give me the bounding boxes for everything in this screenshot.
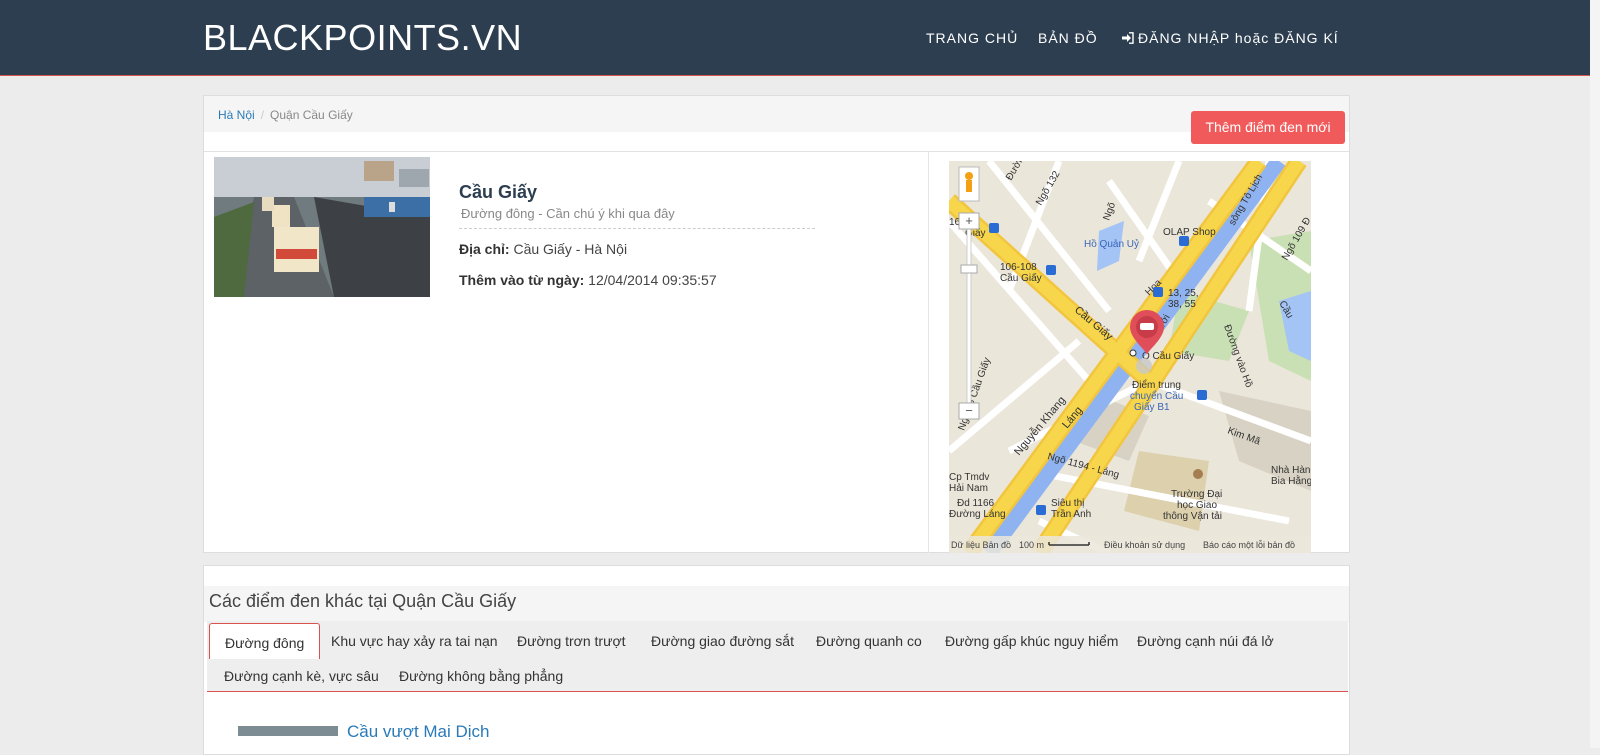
map-report-link[interactable]: Báo cáo một lỗi bản đồ [1203,540,1295,550]
map-label-9: chuyển Cầu [1130,390,1183,402]
nav-home-link[interactable]: TRANG CHỦ [926,28,1018,48]
map-label-5: 13, 25, [1168,288,1199,299]
vertical-divider [928,152,929,553]
address-value: Cầu Giấy - Hà Nội [513,241,628,257]
map-label-12: Nhà Hàng [1271,465,1311,476]
blackpoint-photo [214,157,430,297]
blackpoint-subtitle: Đường đông - Cần chú ý khi qua đây [459,206,815,229]
other-blackpoints-panel: Các điểm đen khác tại Quận Cầu Giấy Đườn… [203,565,1350,755]
bus-stop-icon [1046,265,1056,275]
map-label-20: Hải Nam [949,483,988,494]
nav-login-label: ĐĂNG NHẬP hoặc ĐĂNG KÍ [1138,30,1339,46]
blackpoint-info: Cầu Giấy Đường đông - Cần chú ý khi qua … [459,180,819,288]
map-label-3: 106-108 [1000,262,1037,273]
zoom-slider-handle[interactable] [960,264,978,274]
shop-icon [1179,236,1189,246]
tab-duong-quanh-co[interactable]: Đường quanh co [816,631,922,651]
tab-khu-vuc-tai-nan[interactable]: Khu vực hay xảy ra tai nạn [331,631,498,651]
map-label-22: Đường Láng [949,509,1006,520]
bus-stop-icon [1197,390,1207,400]
map-label-21: Đd 1166 [957,498,995,509]
map-label-10: Giấy B1 [1134,401,1170,413]
blackpoint-title: Cầu Giấy [459,182,538,202]
added-date-label: Thêm vào từ ngày: [459,272,585,288]
map-label-4: Cầu Giấy [1000,272,1042,284]
category-tabs: Đường đông Khu vực hay xảy ra tai nạn Đư… [207,621,1348,692]
other-blackpoints-title: Các điểm đen khác tại Quận Cầu Giấy [209,591,517,611]
map-data-credit: Dữ liệu Bản đồ [951,540,1011,550]
breadcrumb-bar: Hà Nội / Quận Cầu Giấy [204,96,1349,132]
breadcrumb-separator: / [260,108,265,122]
added-date-value: 12/04/2014 09:35:57 [588,272,717,288]
address-line: Địa chỉ: Cầu Giấy - Hà Nội [459,241,819,257]
tab-duong-dong[interactable]: Đường đông [209,623,321,659]
map-label-16: thông Vận tải [1163,511,1222,522]
map-scale-label: 100 m [1019,540,1044,550]
map-label-1: Hồ Quản Uỷ [1084,238,1139,250]
bus-stop-icon [989,223,999,233]
address-label: Địa chỉ: [459,241,510,257]
map-label-8: Điểm trung [1132,379,1181,391]
bus-stop-icon [1153,287,1163,297]
tab-duong-canh-nui[interactable]: Đường cạnh núi đá lở [1137,631,1274,651]
map-label-15: học Giao [1177,500,1217,511]
tab-duong-tron-truot[interactable]: Đường trơn trượt [517,631,626,651]
map-label-17: Siêu thị [1051,498,1084,509]
map-label-13: Bia Hằng [1271,474,1311,487]
tab-duong-khong-bang-phang[interactable]: Đường không bằng phẳng [399,666,563,686]
sign-in-icon [1122,32,1134,44]
supermarket-icon [1036,505,1046,515]
blackpoint-detail-panel: Hà Nội / Quận Cầu Giấy Thêm điểm đen mới C… [203,95,1350,553]
map-label-14: Trường Đại [1171,489,1222,500]
nav-map-link[interactable]: BẢN ĐỒ [1038,28,1098,48]
tab-duong-gap-khuc[interactable]: Đường gấp khúc nguy hiểm [945,631,1118,651]
nav-login-link[interactable]: ĐĂNG NHẬP hoặc ĐĂNG KÍ [1122,28,1339,48]
zoom-in-label: + [965,213,973,228]
map-terms-link[interactable]: Điều khoản sử dụng [1104,540,1185,550]
zoom-out-label: − [965,403,973,418]
added-date-line: Thêm vào từ ngày: 12/04/2014 09:35:57 [459,272,819,288]
school-icon [1193,469,1203,479]
breadcrumb-city-link[interactable]: Hà Nội [218,108,255,122]
map-label-6: 38, 55 [1168,299,1196,310]
list-item-thumbnail [238,726,338,736]
tab-duong-giao-duong-sat[interactable]: Đường giao đường sắt [651,631,794,651]
navbar: BLACKPOINTS.VN TRANG CHỦ BẢN ĐỒ ĐĂNG NHẬ… [0,0,1600,76]
panel-divider [204,151,1349,152]
tab-duong-canh-ke[interactable]: Đường cạnh kè, vực sâu [224,666,379,686]
map-label-2: OLAP Shop [1163,227,1216,238]
list-item-title-link[interactable]: Cầu vượt Mai Dịch [347,722,490,742]
breadcrumb-district: Quận Cầu Giấy [270,108,353,122]
brand-logo-link[interactable]: BLACKPOINTS.VN [203,16,522,60]
map-label-7: Ô Cầu Giấy [1142,349,1194,362]
breadcrumb: Hà Nội / Quận Cầu Giấy [218,108,353,122]
page-scrollbar[interactable] [1590,0,1600,748]
add-blackpoint-button[interactable]: Thêm điểm đen mới [1191,111,1345,144]
map-label-19: Cp Tmdv [949,472,989,483]
map-label-18: Trần Anh [1051,508,1091,520]
google-map[interactable]: Hồ Quản Uỷ OLAP Shop 106-108 Cầu Giấy 13… [949,161,1311,553]
